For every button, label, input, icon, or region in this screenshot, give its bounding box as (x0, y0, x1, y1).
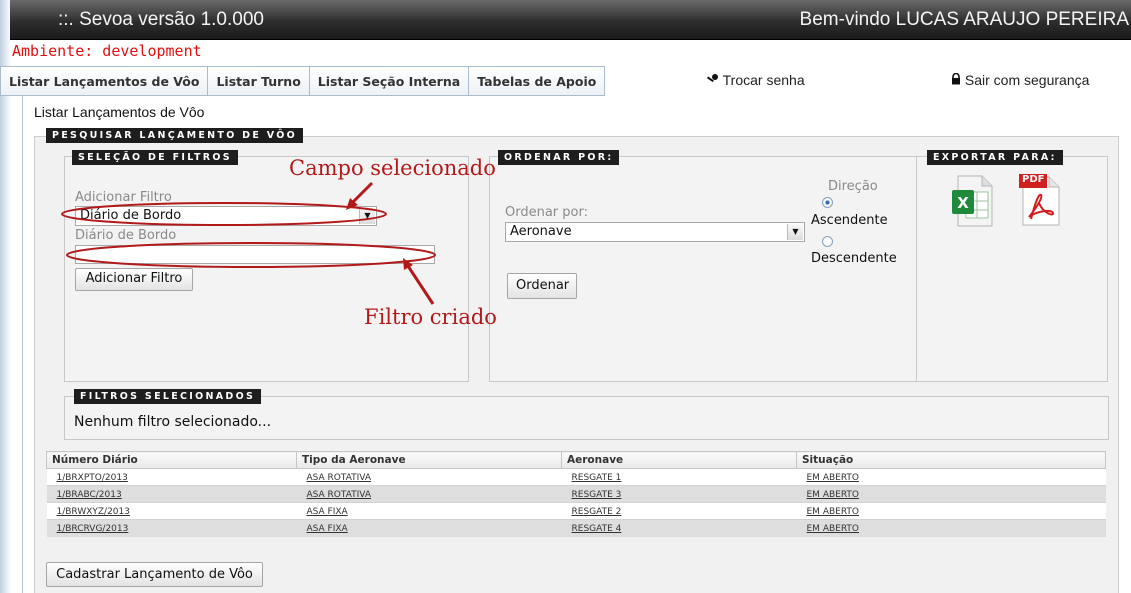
export-divider (916, 156, 917, 382)
key-icon (706, 72, 723, 88)
excel-icon[interactable]: X (950, 174, 994, 228)
chevron-down-icon[interactable]: ▼ (787, 224, 803, 240)
order-title: ORDENAR POR: (498, 150, 620, 165)
change-password-link[interactable]: Trocar senha (706, 72, 805, 88)
content-border (22, 96, 23, 593)
status-link[interactable]: EM ABERTO (807, 507, 860, 517)
diary-number-link[interactable]: 1/BRWXYZ/2013 (57, 507, 131, 517)
order-fieldset (489, 156, 1108, 382)
tab-listar-turno[interactable]: Listar Turno (208, 66, 310, 96)
ascending-label: Ascendente (811, 213, 888, 228)
search-panel-title: PESQUISAR LANÇAMENTO DE VÔO (46, 128, 303, 143)
svg-text:X: X (957, 194, 969, 212)
environment-label: Ambiente: development (12, 42, 202, 60)
tab-listar-secao-interna[interactable]: Listar Seção Interna (309, 66, 470, 96)
tab-listar-lancamentos[interactable]: Listar Lançamentos de Vôo (0, 66, 209, 96)
logout-link[interactable]: Sair com segurança (951, 72, 1089, 88)
diary-number-link[interactable]: 1/BRCRVG/2013 (57, 524, 129, 534)
logout-label: Sair com segurança (964, 72, 1090, 88)
column-header-situacao[interactable]: Situação (796, 451, 1106, 469)
ascending-radio[interactable] (822, 197, 833, 208)
flight-log-table: Número Diário Tipo da Aeronave Aeronave … (46, 451, 1106, 537)
aircraft-type-link[interactable]: ASA ROTATIVA (307, 473, 372, 483)
status-link[interactable]: EM ABERTO (807, 524, 860, 534)
table-row: 1/BRXPTO/2013 ASA ROTATIVA RESGATE 1 EM … (46, 468, 1106, 486)
create-flight-log-button[interactable]: Cadastrar Lançamento de Vôo (46, 562, 263, 587)
descending-label: Descendente (811, 251, 897, 266)
aircraft-type-link[interactable]: ASA ROTATIVA (307, 490, 372, 500)
selected-filters-title: FILTROS SELECIONADOS (74, 389, 262, 404)
table-header-row: Número Diário Tipo da Aeronave Aeronave … (46, 451, 1106, 469)
column-header-tipo-aeronave[interactable]: Tipo da Aeronave (296, 451, 562, 469)
descending-radio[interactable] (822, 236, 833, 247)
breadcrumb: Listar Lançamentos de Vôo (34, 104, 205, 120)
aircraft-type-link[interactable]: ASA FIXA (307, 524, 348, 534)
aircraft-link[interactable]: RESGATE 1 (572, 473, 622, 483)
pdf-icon[interactable]: PDF (1017, 173, 1063, 227)
main-tabs: Listar Lançamentos de Vôo Listar Turno L… (0, 66, 606, 96)
order-button[interactable]: Ordenar (507, 273, 577, 299)
diary-number-link[interactable]: 1/BRABC/2013 (57, 490, 122, 500)
table-row: 1/BRCRVG/2013 ASA FIXA RESGATE 4 EM ABER… (46, 519, 1106, 537)
add-filter-button[interactable]: Adicionar Filtro (75, 268, 193, 291)
tab-tabelas-de-apoio[interactable]: Tabelas de Apoio (469, 66, 606, 96)
aircraft-link[interactable]: RESGATE 4 (572, 524, 622, 534)
aircraft-link[interactable]: RESGATE 3 (572, 490, 622, 500)
table-row: 1/BRWXYZ/2013 ASA FIXA RESGATE 2 EM ABER… (46, 502, 1106, 520)
filters-title: SELEÇÃO DE FILTROS (72, 150, 238, 165)
order-by-selected-value: Aeronave (510, 224, 572, 239)
order-by-label: Ordenar por: (505, 205, 588, 220)
diary-number-link[interactable]: 1/BRXPTO/2013 (57, 473, 128, 483)
add-filter-selected-value: Diário de Bordo (80, 208, 182, 223)
lock-icon (951, 72, 965, 88)
aircraft-type-link[interactable]: ASA FIXA (307, 507, 348, 517)
pdf-badge: PDF (1022, 174, 1045, 185)
order-by-select[interactable]: Aeronave ▼ (505, 222, 805, 242)
created-filter-label: Diário de Bordo (75, 228, 177, 243)
table-row: 1/BRABC/2013 ASA ROTATIVA RESGATE 3 EM A… (46, 485, 1106, 503)
add-filter-label: Adicionar Filtro (75, 190, 172, 205)
chevron-down-icon[interactable]: ▼ (359, 208, 375, 224)
column-header-numero-diario[interactable]: Número Diário (46, 451, 297, 469)
annotation-selected-field: Campo selecionado (289, 156, 496, 180)
status-link[interactable]: EM ABERTO (807, 490, 860, 500)
column-header-aeronave[interactable]: Aeronave (561, 451, 797, 469)
status-link[interactable]: EM ABERTO (807, 473, 860, 483)
created-filter-input[interactable] (75, 245, 435, 264)
direction-label: Direção (828, 179, 878, 194)
app-title: ::. Sevoa versão 1.0.000 (58, 9, 264, 30)
aircraft-link[interactable]: RESGATE 2 (572, 507, 622, 517)
selected-filters-empty-text: Nenhum filtro selecionado... (74, 414, 272, 430)
export-title: EXPORTAR PARA: (927, 150, 1063, 165)
welcome-message: Bem-vindo LUCAS ARAUJO PEREIRA (799, 9, 1129, 30)
annotation-created-filter: Filtro criado (364, 305, 497, 329)
change-password-label: Trocar senha (722, 72, 805, 88)
add-filter-select[interactable]: Diário de Bordo ▼ (75, 206, 377, 226)
